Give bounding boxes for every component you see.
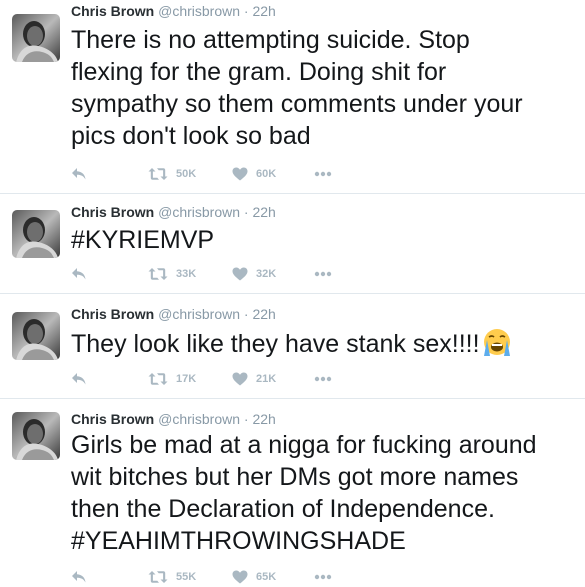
username[interactable]: @chrisbrown [158, 306, 240, 322]
reply-icon [71, 372, 87, 386]
avatar[interactable] [12, 210, 60, 258]
crying-face-icon [481, 326, 513, 358]
tweet-actions: 33K 32K [71, 265, 371, 283]
retweet-icon [148, 570, 168, 584]
tweet-text-line: Girls be mad at a nigga for fucking arou… [71, 431, 537, 459]
separator-dot: · [243, 411, 249, 427]
like-count: 32K [256, 268, 277, 280]
tweet-text: #KYRIEMVP [71, 224, 571, 256]
like-button[interactable]: 65K [232, 568, 276, 586]
avatar[interactable] [12, 14, 60, 62]
reply-icon [71, 570, 87, 584]
tweet-text-line: then the Declaration of Independence. [71, 495, 495, 523]
like-button[interactable]: 21K [232, 370, 276, 388]
tweet-text-line: wit bitches but her DMs got more names [71, 463, 519, 491]
retweet-count: 55K [176, 571, 197, 583]
tweet-header: Chris Brown @chrisbrown · 22h [71, 2, 276, 20]
separator-dot: · [243, 3, 249, 19]
tweet-actions: 50K 60K [71, 165, 371, 183]
tweet-header: Chris Brown @chrisbrown · 22h [71, 203, 276, 221]
separator-dot: · [243, 306, 249, 322]
retweet-count: 33K [176, 268, 197, 280]
username[interactable]: @chrisbrown [158, 204, 240, 220]
reply-button[interactable] [71, 568, 87, 586]
more-button[interactable] [314, 370, 332, 388]
retweet-button[interactable]: 50K [148, 165, 196, 183]
tweet-header: Chris Brown @chrisbrown · 22h [71, 305, 276, 323]
like-count: 65K [256, 571, 277, 583]
more-button[interactable] [314, 265, 332, 283]
retweet-count: 17K [176, 373, 197, 385]
divider [0, 293, 585, 294]
tweet-text: There is no attempting suicide. Stop flex… [71, 24, 571, 152]
retweet-button[interactable]: 17K [148, 370, 196, 388]
tweet-actions: 17K 21K [71, 370, 371, 388]
tweet-text: Girls be mad at a nigga for fucking arou… [71, 429, 571, 557]
username[interactable]: @chrisbrown [158, 3, 240, 19]
heart-icon [232, 267, 248, 281]
tweet-header: Chris Brown @chrisbrown · 22h [71, 410, 276, 428]
like-count: 21K [256, 373, 277, 385]
display-name[interactable]: Chris Brown [71, 306, 154, 322]
avatar[interactable] [12, 312, 60, 360]
display-name[interactable]: Chris Brown [71, 411, 154, 427]
reply-icon [71, 167, 87, 181]
tweet-text-line: #KYRIEMVP [71, 226, 215, 254]
tweet-text-line: There is no attempting suicide. Stop [71, 26, 470, 54]
heart-icon [232, 372, 248, 386]
tweet-text-line: sympathy so them comments under your [71, 90, 523, 118]
tweet-text-line: #YEAHIMTHROWINGSHADE [71, 527, 406, 555]
display-name[interactable]: Chris Brown [71, 204, 154, 220]
timestamp[interactable]: 22h [252, 204, 275, 220]
reply-icon [71, 267, 87, 281]
reply-button[interactable] [71, 370, 87, 388]
reply-button[interactable] [71, 165, 87, 183]
retweet-button[interactable]: 55K [148, 568, 196, 586]
divider [0, 193, 585, 194]
timestamp[interactable]: 22h [252, 306, 275, 322]
retweet-count: 50K [176, 168, 197, 180]
tweet-text-line: pics don't look so bad [71, 122, 311, 150]
heart-icon [232, 570, 248, 584]
more-icon [314, 271, 332, 277]
more-icon [314, 171, 332, 177]
avatar[interactable] [12, 412, 60, 460]
username[interactable]: @chrisbrown [158, 411, 240, 427]
tweet-text: They look like they have stank sex!!!! [71, 326, 571, 360]
display-name[interactable]: Chris Brown [71, 3, 154, 19]
divider [0, 398, 585, 399]
more-icon [314, 376, 332, 382]
retweet-icon [148, 167, 168, 181]
like-button[interactable]: 32K [232, 265, 276, 283]
timestamp[interactable]: 22h [252, 3, 275, 19]
tweet-text-line: They look like they have stank sex!!!! [71, 326, 571, 360]
more-button[interactable] [314, 165, 332, 183]
tweet-actions: 55K 65K [71, 568, 371, 586]
retweet-icon [148, 267, 168, 281]
retweet-button[interactable]: 33K [148, 265, 196, 283]
like-button[interactable]: 60K [232, 165, 276, 183]
retweet-icon [148, 372, 168, 386]
more-icon [314, 574, 332, 580]
like-count: 60K [256, 168, 277, 180]
more-button[interactable] [314, 568, 332, 586]
tweet-text-line: flexing for the gram. Doing shit for [71, 58, 447, 86]
reply-button[interactable] [71, 265, 87, 283]
timestamp[interactable]: 22h [252, 411, 275, 427]
separator-dot: · [243, 204, 249, 220]
heart-icon [232, 167, 248, 181]
